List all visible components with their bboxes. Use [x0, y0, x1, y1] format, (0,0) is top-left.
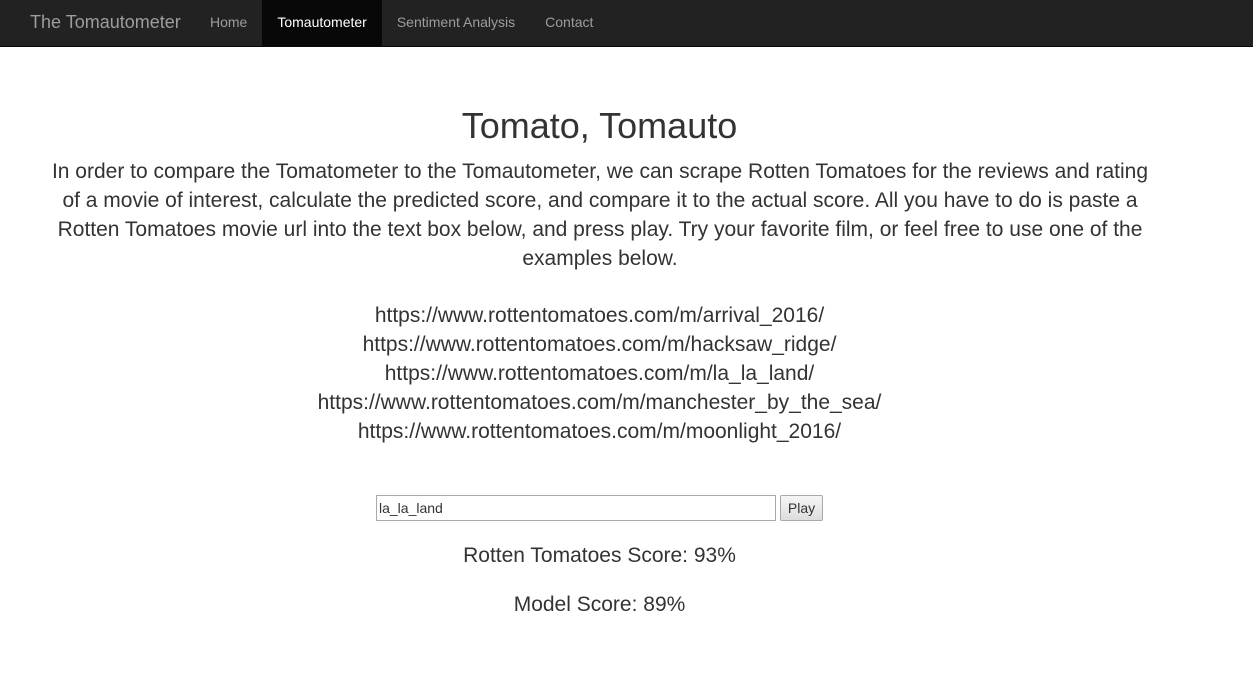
example-url-manchester-by-the-sea[interactable]: https://www.rottentomatoes.com/m/manches… — [0, 388, 1199, 417]
nav-item-home[interactable]: Home — [195, 0, 262, 46]
example-url-moonlight[interactable]: https://www.rottentomatoes.com/m/moonlig… — [0, 417, 1199, 446]
nav-item-sentiment-analysis[interactable]: Sentiment Analysis — [382, 0, 530, 46]
rotten-tomatoes-score: Rotten Tomatoes Score: 93% — [463, 544, 736, 567]
nav-item-contact[interactable]: Contact — [530, 0, 608, 46]
intro-paragraph: In order to compare the Tomatometer to t… — [51, 160, 1149, 270]
nav-menu: Home Tomautometer Sentiment Analysis Con… — [195, 0, 608, 47]
top-navbar: The Tomautometer Home Tomautometer Senti… — [0, 0, 1253, 47]
navbar-brand[interactable]: The Tomautometer — [30, 0, 181, 47]
model-score: Model Score: 89% — [513, 593, 686, 616]
play-button[interactable]: Play — [780, 495, 823, 521]
page-title: Tomato, Tomauto — [461, 105, 738, 146]
example-url-la-la-land[interactable]: https://www.rottentomatoes.com/m/la_la_l… — [0, 359, 1199, 388]
movie-url-input[interactable] — [376, 495, 776, 521]
example-url-list: https://www.rottentomatoes.com/m/arrival… — [0, 301, 1199, 446]
example-url-hacksaw-ridge[interactable]: https://www.rottentomatoes.com/m/hacksaw… — [0, 330, 1199, 359]
nav-item-tomautometer[interactable]: Tomautometer — [262, 0, 382, 46]
example-url-arrival[interactable]: https://www.rottentomatoes.com/m/arrival… — [0, 301, 1199, 330]
